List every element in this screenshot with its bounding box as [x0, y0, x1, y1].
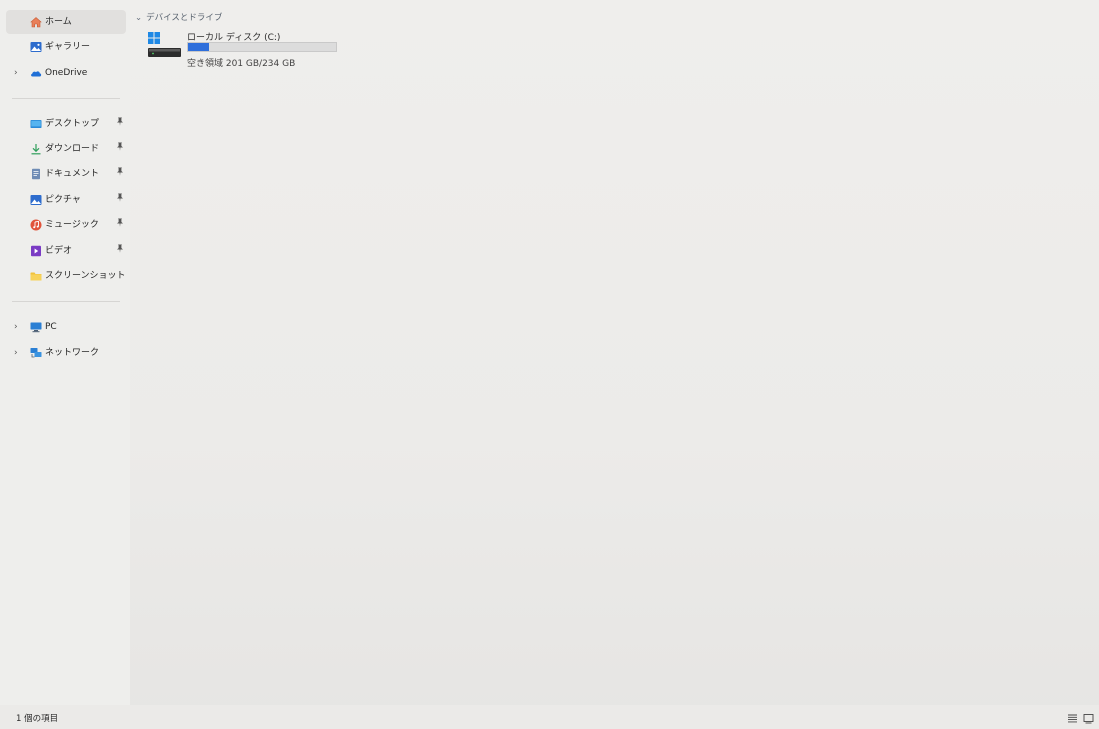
- folder-icon: [30, 272, 42, 281]
- sidebar-item-label: ミュージック: [45, 220, 99, 230]
- sidebar-item-label: PC: [45, 322, 57, 332]
- sidebar-item-label: スクリーンショット: [45, 271, 126, 281]
- sidebar-divider: [12, 98, 120, 99]
- expand-chevron-icon[interactable]: ›: [14, 61, 22, 85]
- pin-glyph: [117, 193, 123, 202]
- pin-glyph: [117, 142, 123, 151]
- pin-icon[interactable]: [116, 213, 124, 237]
- local-disk-icon: [148, 32, 181, 57]
- sidebar-item-music[interactable]: ミュージック: [6, 213, 126, 237]
- sidebar-item-label: ダウンロード: [45, 144, 100, 154]
- status-bar: 1 個の項目: [0, 705, 1099, 729]
- drive-usage-bar: [187, 42, 337, 52]
- collapse-chevron-icon[interactable]: ⌄: [135, 13, 142, 23]
- navigation-pane: ホーム ギャラリー › OneDrive デスクトップ ダウンロード ドキュメン…: [0, 0, 130, 705]
- sidebar-item-home[interactable]: ホーム: [6, 10, 126, 34]
- sidebar-item-label: ビデオ: [45, 246, 73, 256]
- sidebar-item-desktop[interactable]: デスクトップ: [6, 112, 126, 136]
- videos-icon: [31, 245, 41, 257]
- expand-chevron-icon[interactable]: ›: [14, 341, 22, 365]
- sidebar-item-videos[interactable]: ビデオ: [6, 239, 126, 263]
- sidebar-item-gallery[interactable]: ギャラリー: [6, 35, 126, 59]
- music-icon: [30, 219, 42, 231]
- network-icon: [30, 348, 42, 358]
- pin-icon[interactable]: [116, 112, 124, 136]
- drive-free-space: 空き領域 201 GB/234 GB: [187, 59, 296, 69]
- drive-tile-c[interactable]: ローカル ディスク (C:) 空き領域 201 GB/234 GB: [144, 28, 344, 72]
- pc-icon: [30, 322, 42, 333]
- pin-glyph: [117, 244, 123, 253]
- group-header-devices-drives[interactable]: ⌄ デバイスとドライブ: [135, 11, 222, 23]
- pin-glyph: [117, 117, 123, 126]
- sidebar-item-screenshots[interactable]: スクリーンショット: [6, 264, 126, 288]
- gallery-icon: [30, 42, 42, 52]
- sidebar-item-label: ギャラリー: [45, 42, 91, 52]
- sidebar-item-onedrive[interactable]: › OneDrive: [6, 61, 126, 85]
- onedrive-icon: [31, 71, 42, 77]
- content-pane: ⌄ デバイスとドライブ ローカル ディスク (C:) 空き領域 201 GB/23…: [130, 0, 1099, 705]
- sidebar-item-network[interactable]: › ネットワーク: [6, 341, 126, 365]
- tiles-view-icon[interactable]: [1083, 713, 1094, 724]
- sidebar-item-pictures[interactable]: ピクチャ: [6, 188, 126, 212]
- group-header-label: デバイスとドライブ: [146, 13, 223, 23]
- file-explorer-window: ホーム ギャラリー › OneDrive デスクトップ ダウンロード ドキュメン…: [0, 0, 1099, 729]
- pin-icon[interactable]: [116, 188, 124, 212]
- sidebar-item-label: ピクチャ: [45, 195, 81, 205]
- drive-usage-fill: [188, 43, 209, 51]
- pin-icon[interactable]: [116, 239, 124, 263]
- sidebar-item-label: OneDrive: [45, 68, 88, 78]
- item-count: 1 個の項目: [16, 714, 59, 724]
- pin-icon[interactable]: [116, 137, 124, 161]
- sidebar-item-label: デスクトップ: [45, 119, 100, 129]
- sidebar-item-label: ホーム: [45, 17, 72, 27]
- pin-icon[interactable]: [116, 162, 124, 186]
- sidebar-item-downloads[interactable]: ダウンロード: [6, 137, 126, 161]
- pin-glyph: [117, 167, 123, 176]
- documents-icon: [32, 168, 40, 180]
- expand-chevron-icon[interactable]: ›: [14, 315, 22, 339]
- pin-glyph: [117, 218, 123, 227]
- sidebar-item-label: ドキュメント: [45, 169, 100, 179]
- sidebar-item-pc[interactable]: › PC: [6, 315, 126, 339]
- sidebar-item-documents[interactable]: ドキュメント: [6, 162, 126, 186]
- home-icon: [30, 17, 42, 28]
- sidebar-item-label: ネットワーク: [45, 348, 100, 358]
- sidebar-divider: [12, 301, 120, 302]
- desktop-icon: [30, 120, 42, 128]
- download-icon: [31, 144, 41, 155]
- pictures-icon: [30, 195, 42, 205]
- details-view-icon[interactable]: [1067, 713, 1078, 724]
